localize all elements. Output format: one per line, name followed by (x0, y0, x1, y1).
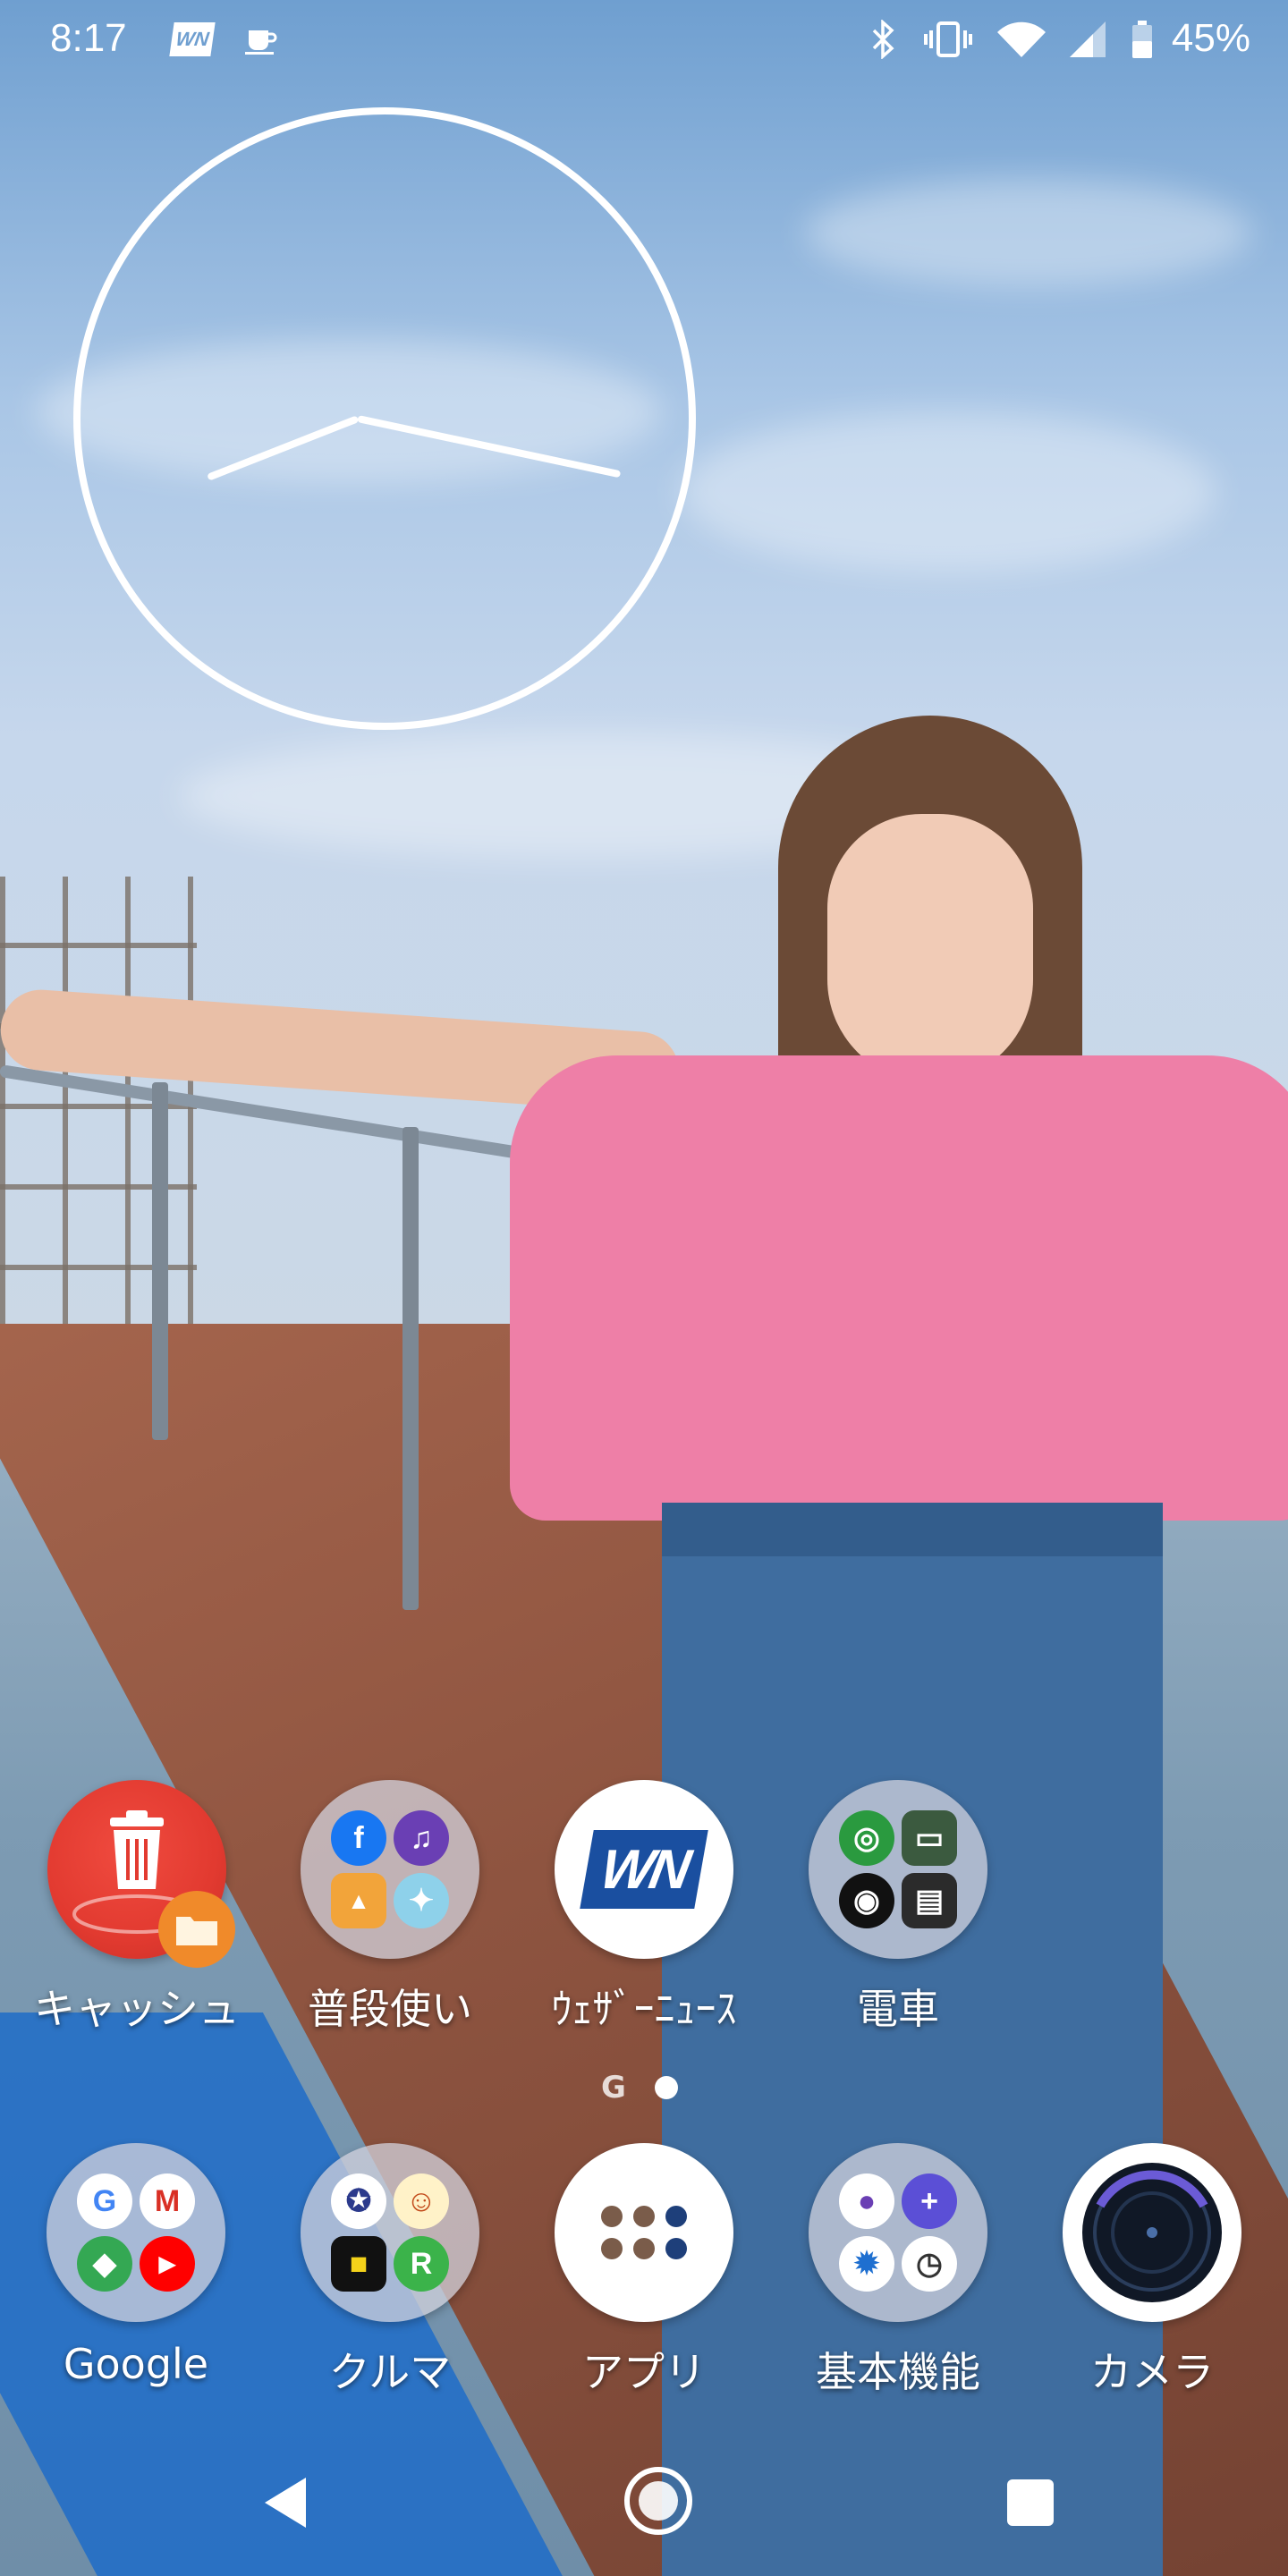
app-label: クルマ (328, 2348, 452, 2396)
gmail-icon: M (140, 2174, 195, 2229)
vibrate-icon (921, 20, 975, 59)
signal-icon (1064, 20, 1109, 59)
timer-icon: ■ (331, 2236, 386, 2292)
folder-daily-use[interactable]: f ♫ ▲ ✦ 普段使い (283, 1780, 497, 2036)
train-icon: ▭ (902, 1810, 957, 1866)
music-disc-icon: ◉ (839, 1873, 894, 1928)
app-label: Google (63, 2340, 209, 2388)
ticket-icon: ▤ (902, 1873, 957, 1928)
settings-icon: ✹ (839, 2236, 894, 2292)
bluetooth-icon (866, 20, 902, 59)
messages-icon: + (902, 2174, 957, 2229)
recent-apps-icon[interactable] (1007, 2479, 1054, 2526)
folder-google[interactable]: G M ◆ ▶ Google (29, 2143, 243, 2388)
folder-icon: ◎ ▭ ◉ ▤ (809, 1780, 987, 1959)
app-label: 普段使い (308, 1985, 472, 2033)
music-icon: ♫ (394, 1810, 449, 1866)
analog-clock-widget[interactable] (73, 107, 696, 730)
mascot-icon: ☺ (394, 2174, 449, 2229)
page-indicator: G (601, 2070, 678, 2106)
contacts-icon: ● (839, 2174, 894, 2229)
photos-icon: ▲ (331, 1873, 386, 1928)
wifi-icon (995, 20, 1048, 59)
app-weathernews[interactable]: WN ｳｪｻﾞｰﾆｭｰｽ (537, 1780, 751, 2036)
police-emblem-icon: ✪ (331, 2174, 386, 2229)
folder-icon: ✪ ☺ ■ R (301, 2143, 479, 2322)
maps-icon: ◆ (77, 2236, 132, 2292)
trash-clean-icon (47, 1780, 235, 1968)
folder-badge-icon (158, 1891, 235, 1968)
navigation-bar (0, 2433, 1288, 2576)
camera-icon (1063, 2143, 1241, 2322)
folder-basic-functions[interactable]: ● + ✹ ◷ 基本機能 (791, 2143, 1005, 2399)
cup-icon (242, 20, 281, 59)
twitter-bird-icon: ✦ (394, 1873, 449, 1928)
clock-hour-hand (207, 415, 360, 481)
app-label: アプリ (582, 2348, 706, 2396)
google-icon: G (77, 2174, 132, 2229)
app-label: カメラ (1090, 2348, 1214, 2396)
app-cache-cleaner[interactable]: キャッシュ (30, 1780, 244, 2036)
app-label: キャッシュ (34, 1985, 240, 2033)
weathernews-notification-icon: WN (169, 20, 216, 59)
weathernews-icon: WN (555, 1780, 733, 1959)
navi-icon: R (394, 2236, 449, 2292)
battery-percent: 45% (1171, 16, 1250, 60)
weathernews-logo-text: WN (596, 1838, 692, 1901)
page-dot-active (654, 2076, 678, 2099)
back-icon[interactable] (265, 2478, 306, 2528)
folder-icon: ● + ✹ ◷ (809, 2143, 987, 2322)
transit-icon: ◎ (839, 1810, 894, 1866)
facebook-icon: f (331, 1810, 386, 1866)
status-time: 8:17 (50, 16, 127, 60)
youtube-icon: ▶ (140, 2236, 195, 2292)
google-feed-indicator[interactable]: G (601, 2070, 626, 2106)
home-icon[interactable] (624, 2467, 692, 2535)
app-drawer-icon (555, 2143, 733, 2322)
folder-icon: f ♫ ▲ ✦ (301, 1780, 479, 1959)
clock-minute-hand (357, 415, 622, 479)
app-drawer[interactable]: アプリ (537, 2143, 751, 2399)
app-label: 基本機能 (816, 2348, 980, 2396)
folder-icon: G M ◆ ▶ (47, 2143, 225, 2322)
folder-car[interactable]: ✪ ☺ ■ R クルマ (283, 2143, 497, 2399)
status-bar: 8:17 WN 45% (0, 0, 1288, 82)
app-camera[interactable]: カメラ (1045, 2143, 1259, 2399)
app-label: 電車 (857, 1985, 939, 2033)
app-label: ｳｪｻﾞｰﾆｭｰｽ (551, 1985, 737, 2033)
folder-train[interactable]: ◎ ▭ ◉ ▤ 電車 (791, 1780, 1005, 2036)
battery-icon (1129, 20, 1156, 59)
clock-icon: ◷ (902, 2236, 957, 2292)
